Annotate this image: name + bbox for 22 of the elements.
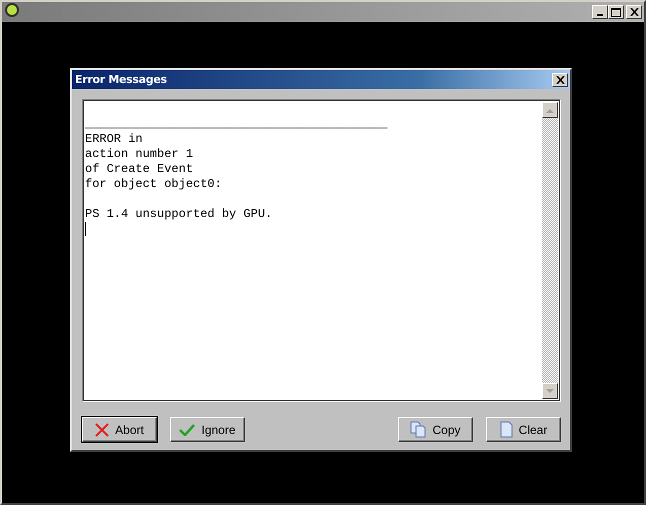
message-text-area[interactable]: __________________________________________ ERROR in action number 1 of Create Event for object object0: PS 1.4 unsupported by GPU. (82, 99, 561, 402)
dialog-button[interactable]: Copy (398, 417, 473, 442)
minimize-button[interactable] (592, 5, 608, 19)
maximize-button[interactable] (608, 5, 624, 19)
close-icon (630, 8, 638, 16)
maximize-icon (611, 8, 621, 16)
dialog-button[interactable]: Abort (82, 417, 157, 442)
cross-icon (95, 422, 110, 436)
scroll-down-button[interactable] (542, 383, 558, 399)
dialog-button[interactable]: Clear (486, 417, 561, 442)
checkmark-icon (179, 424, 196, 436)
copy-icon (410, 421, 426, 438)
dialog-button[interactable]: Ignore (170, 417, 245, 442)
up-arrow-icon (546, 108, 554, 112)
error-message-text: __________________________________________ ERROR in action number 1 of Create Event for object object0: PS 1.4 unsupported by GPU. (84, 116, 388, 222)
page-icon (500, 421, 513, 438)
close-button[interactable] (626, 5, 642, 19)
scroll-up-button[interactable] (542, 102, 558, 118)
close-icon (556, 76, 564, 84)
close-button[interactable] (552, 72, 568, 86)
dialog-title: Error Messages (75, 73, 167, 86)
down-arrow-icon (546, 388, 554, 394)
